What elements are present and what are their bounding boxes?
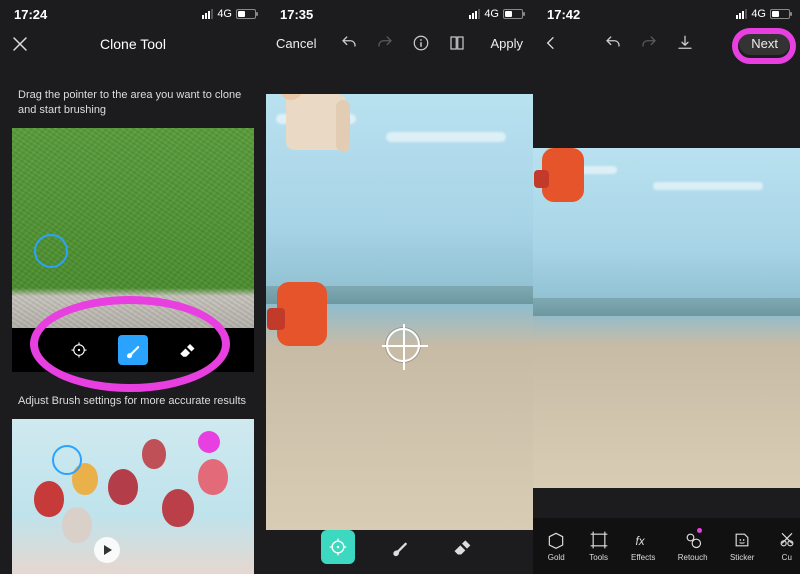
- tab-label: Tools: [589, 553, 608, 562]
- tab-gold[interactable]: Gold: [546, 530, 566, 562]
- status-right: 4G: [202, 8, 256, 20]
- page-title: Clone Tool: [100, 36, 166, 52]
- eraser-tool-button[interactable]: [445, 530, 479, 564]
- tutorial-cards[interactable]: Drag the pointer to the area you want to…: [12, 80, 254, 574]
- clone-tool-strip: [12, 328, 254, 372]
- apply-button[interactable]: Apply: [490, 36, 523, 51]
- play-icon[interactable]: [94, 537, 120, 563]
- compare-icon[interactable]: [448, 34, 466, 52]
- redo-icon[interactable]: [640, 34, 658, 52]
- tab-label: Effects: [631, 553, 655, 562]
- card-1: Drag the pointer to the area you want to…: [12, 80, 254, 372]
- brush-preview-dot-icon: [198, 431, 220, 453]
- sample-image-grass: [12, 128, 254, 328]
- editor-bottom-bar: Gold Tools fx Effects Retouch Sticker: [533, 518, 800, 574]
- eraser-tool-button[interactable]: [172, 335, 202, 365]
- next-button[interactable]: Next: [739, 32, 790, 55]
- status-time: 17:24: [14, 7, 47, 22]
- instruction-text: Drag the pointer to the area you want to…: [12, 80, 254, 128]
- clone-tool-strip: [266, 530, 533, 564]
- redo-icon[interactable]: [376, 34, 394, 52]
- status-right: 4G: [736, 8, 790, 20]
- card-2: Adjust Brush settings for more accurate …: [12, 386, 254, 574]
- new-indicator-dot-icon: [697, 528, 702, 533]
- photo-canvas[interactable]: [533, 148, 800, 488]
- status-bar: 17:24 4G: [0, 0, 266, 24]
- sample-image-balloons: [12, 419, 254, 574]
- header: Clone Tool: [0, 24, 266, 64]
- clone-source-ring-icon: [52, 445, 82, 475]
- close-icon[interactable]: [12, 36, 28, 52]
- status-time: 17:42: [547, 7, 580, 22]
- target-tool-button[interactable]: [321, 530, 355, 564]
- tab-label: Retouch: [678, 553, 708, 562]
- download-icon[interactable]: [676, 34, 694, 52]
- panel-clone-tool-help: 17:24 4G Clone Tool Drag the pointer to …: [0, 0, 266, 574]
- back-icon[interactable]: [543, 35, 559, 51]
- status-bar: 17:42 4G: [533, 0, 800, 24]
- status-time: 17:35: [280, 7, 313, 22]
- tab-effects[interactable]: fx Effects: [631, 530, 655, 562]
- undo-icon[interactable]: [604, 34, 622, 52]
- battery-icon: [236, 9, 256, 19]
- tab-cutout[interactable]: Cu: [777, 530, 797, 562]
- target-tool-button[interactable]: [64, 335, 94, 365]
- instruction-text: Adjust Brush settings for more accurate …: [12, 386, 254, 419]
- clone-source-ring-icon: [34, 234, 68, 268]
- panel-clone-editing: 17:35 4G Cancel Apply: [266, 0, 533, 574]
- tab-sticker[interactable]: Sticker: [730, 530, 754, 562]
- brush-tool-button[interactable]: [118, 335, 148, 365]
- tab-label: Cu: [782, 553, 792, 562]
- network-label: 4G: [217, 8, 232, 20]
- info-icon[interactable]: [412, 34, 430, 52]
- panel-editor-main: 17:42 4G Next: [533, 0, 800, 574]
- brush-tool-button[interactable]: [383, 530, 417, 564]
- photo-canvas[interactable]: [266, 94, 533, 530]
- tab-tools[interactable]: Tools: [589, 530, 609, 562]
- signal-icon: [469, 9, 480, 19]
- network-label: 4G: [751, 8, 766, 20]
- network-label: 4G: [484, 8, 499, 20]
- battery-icon: [770, 9, 790, 19]
- tab-retouch[interactable]: Retouch: [678, 530, 708, 562]
- cancel-button[interactable]: Cancel: [276, 36, 316, 51]
- status-bar: 17:35 4G: [266, 0, 533, 24]
- tab-label: Gold: [548, 553, 565, 562]
- signal-icon: [202, 9, 213, 19]
- undo-icon[interactable]: [340, 34, 358, 52]
- clone-reticle-icon[interactable]: [386, 328, 420, 362]
- tab-label: Sticker: [730, 553, 754, 562]
- status-right: 4G: [469, 8, 523, 20]
- svg-text:fx: fx: [636, 535, 646, 548]
- editor-header: Next: [533, 24, 800, 62]
- editor-header: Cancel Apply: [266, 24, 533, 62]
- battery-icon: [503, 9, 523, 19]
- signal-icon: [736, 9, 747, 19]
